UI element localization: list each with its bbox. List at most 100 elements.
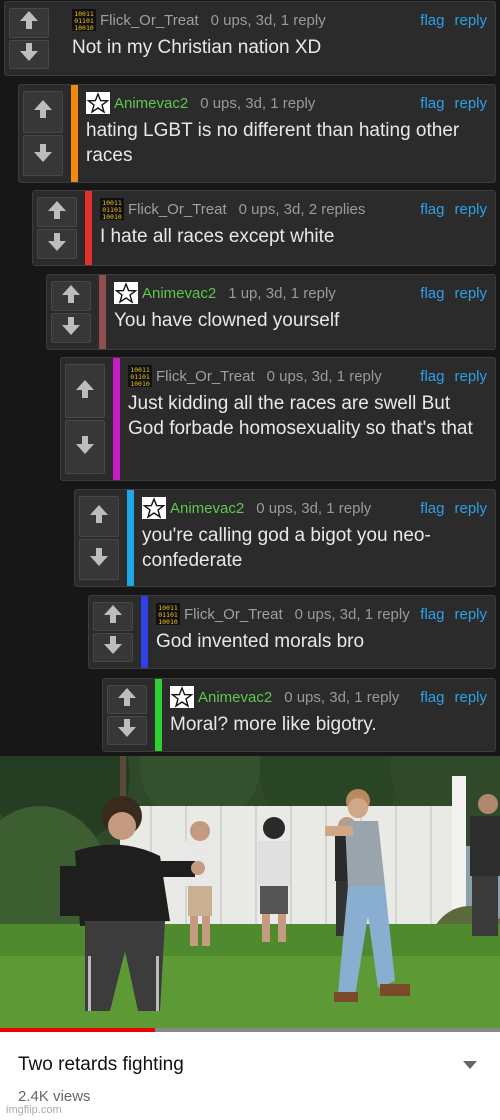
comment-body: Animevac2 1 up, 3d, 1 reply flag reply You h… bbox=[106, 275, 495, 349]
binary-avatar-icon[interactable]: 10011 01101 10010 bbox=[156, 603, 180, 625]
arrow-down-icon bbox=[88, 546, 110, 573]
comment-body: 10011 01101 10010 Flick_Or_Treat 0 ups, 3d, … bbox=[92, 191, 495, 265]
binary-avatar-icon[interactable]: 10011 01101 10010 bbox=[100, 198, 124, 220]
comment-stats: 0 ups, 3d, 1 reply bbox=[210, 11, 326, 29]
svg-text:10010: 10010 bbox=[158, 618, 178, 625]
comment-text: you're calling god a bigot you neo-confe… bbox=[142, 525, 431, 571]
comment-text: hating LGBT is no different than hating … bbox=[86, 120, 460, 166]
flag-link[interactable]: flag bbox=[420, 500, 444, 517]
downvote-button[interactable] bbox=[93, 633, 133, 662]
chevron-down-icon[interactable] bbox=[460, 1058, 480, 1072]
video-info-panel: Two retards fighting 2.4K views bbox=[0, 1032, 500, 1120]
svg-text:10010: 10010 bbox=[74, 24, 94, 31]
comment-body: Animevac2 0 ups, 3d, 1 reply flag reply hati… bbox=[78, 85, 495, 182]
reply-link[interactable]: reply bbox=[454, 500, 487, 517]
comment-body: Animevac2 0 ups, 3d, 1 reply flag reply you'… bbox=[134, 490, 495, 586]
comment-stats: 0 ups, 3d, 1 reply bbox=[200, 94, 316, 112]
username-link[interactable]: Animevac2 bbox=[142, 285, 216, 302]
username-link[interactable]: Animevac2 bbox=[198, 689, 272, 706]
arrow-up-icon bbox=[60, 283, 82, 310]
comment: Animevac2 0 ups, 3d, 1 reply flag reply Mora… bbox=[102, 678, 496, 752]
username-link[interactable]: Animevac2 bbox=[170, 500, 244, 517]
comment-stats: 0 ups, 3d, 1 reply bbox=[266, 367, 382, 385]
svg-text:10010: 10010 bbox=[102, 213, 122, 220]
arrow-down-icon bbox=[60, 315, 82, 342]
username-link[interactable]: Flick_Or_Treat bbox=[156, 368, 255, 385]
comment: Animevac2 1 up, 3d, 1 reply flag reply You h… bbox=[46, 274, 496, 350]
username-link[interactable]: Animevac2 bbox=[114, 95, 188, 112]
username-link[interactable]: Flick_Or_Treat bbox=[128, 201, 227, 218]
svg-text:10010: 10010 bbox=[130, 380, 150, 387]
thread-depth-bar bbox=[141, 596, 148, 668]
comment-body: 10011 01101 10010 Flick_Or_Treat 0 ups, 3d, … bbox=[120, 358, 495, 480]
comment-stats: 0 ups, 3d, 1 reply bbox=[284, 688, 400, 706]
flag-link[interactable]: flag bbox=[420, 368, 444, 385]
comment: 10011 01101 10010 Flick_Or_Treat 0 ups, 3d, … bbox=[4, 1, 496, 76]
comment-meta: 10011 01101 10010 Flick_Or_Treat 0 ups, 3d, … bbox=[156, 601, 487, 627]
downvote-button[interactable] bbox=[79, 539, 119, 580]
comment-text: I hate all races except white bbox=[100, 226, 335, 247]
reply-link[interactable]: reply bbox=[454, 201, 487, 218]
binary-avatar-icon[interactable]: 10011 01101 10010 bbox=[128, 365, 152, 387]
upvote-button[interactable] bbox=[9, 8, 49, 38]
arrow-up-icon bbox=[46, 199, 68, 226]
vote-controls bbox=[75, 490, 125, 586]
comment-meta: Animevac2 0 ups, 3d, 1 reply flag reply bbox=[86, 90, 487, 116]
thread-depth-bar bbox=[155, 679, 162, 751]
downvote-button[interactable] bbox=[9, 39, 49, 69]
thread-depth-bar bbox=[57, 2, 64, 75]
upvote-button[interactable] bbox=[51, 281, 91, 311]
flag-link[interactable]: flag bbox=[420, 689, 444, 706]
video-thumbnail[interactable] bbox=[0, 756, 500, 1032]
reply-link[interactable]: reply bbox=[454, 368, 487, 385]
reply-link[interactable]: reply bbox=[454, 606, 487, 623]
comment-meta: Animevac2 0 ups, 3d, 1 reply flag reply bbox=[170, 684, 487, 710]
downvote-button[interactable] bbox=[107, 716, 147, 745]
star-avatar-icon[interactable] bbox=[170, 686, 194, 708]
downvote-button[interactable] bbox=[37, 229, 77, 259]
comment: 10011 01101 10010 Flick_Or_Treat 0 ups, 3d, … bbox=[32, 190, 496, 266]
downvote-button[interactable] bbox=[65, 420, 105, 474]
flag-link[interactable]: flag bbox=[420, 12, 444, 29]
flag-link[interactable]: flag bbox=[420, 606, 444, 623]
comment-text: Not in my Christian nation XD bbox=[72, 37, 322, 58]
imgflip-watermark: imgflip.com bbox=[6, 1104, 62, 1116]
star-avatar-icon[interactable] bbox=[86, 92, 110, 114]
downvote-button[interactable] bbox=[23, 134, 63, 176]
comment-text: Moral? more like bigotry. bbox=[170, 714, 377, 735]
star-avatar-icon[interactable] bbox=[142, 497, 166, 519]
flag-link[interactable]: flag bbox=[420, 95, 444, 112]
upvote-button[interactable] bbox=[107, 685, 147, 714]
comment-body: 10011 01101 10010 Flick_Or_Treat 0 ups, 3d, … bbox=[148, 596, 495, 668]
upvote-button[interactable] bbox=[23, 91, 63, 133]
comment-body: 10011 01101 10010 Flick_Or_Treat 0 ups, 3d, … bbox=[64, 2, 495, 75]
username-link[interactable]: Flick_Or_Treat bbox=[184, 606, 283, 623]
arrow-up-icon bbox=[102, 603, 124, 630]
vote-controls bbox=[103, 679, 153, 751]
thread-depth-bar bbox=[85, 191, 92, 265]
flag-link[interactable]: flag bbox=[420, 201, 444, 218]
arrow-up-icon bbox=[18, 9, 40, 36]
thread-depth-bar bbox=[113, 358, 120, 480]
comment: 10011 01101 10010 Flick_Or_Treat 0 ups, 3d, … bbox=[60, 357, 496, 481]
upvote-button[interactable] bbox=[37, 197, 77, 227]
flag-link[interactable]: flag bbox=[420, 285, 444, 302]
upvote-button[interactable] bbox=[93, 602, 133, 631]
vote-controls bbox=[89, 596, 139, 668]
comment-meta: Animevac2 0 ups, 3d, 1 reply flag reply bbox=[142, 495, 487, 521]
comment: 10011 01101 10010 Flick_Or_Treat 0 ups, 3d, … bbox=[88, 595, 496, 669]
reply-link[interactable]: reply bbox=[454, 285, 487, 302]
comment-meta: Animevac2 1 up, 3d, 1 reply flag reply bbox=[114, 280, 487, 306]
username-link[interactable]: Flick_Or_Treat bbox=[100, 12, 199, 29]
upvote-button[interactable] bbox=[65, 364, 105, 418]
downvote-button[interactable] bbox=[51, 313, 91, 343]
reply-link[interactable]: reply bbox=[454, 12, 487, 29]
comment-stats: 0 ups, 3d, 1 reply bbox=[294, 605, 410, 623]
binary-avatar-icon[interactable]: 10011 01101 10010 bbox=[72, 9, 96, 31]
upvote-button[interactable] bbox=[79, 496, 119, 537]
reply-link[interactable]: reply bbox=[454, 95, 487, 112]
thread-depth-bar bbox=[127, 490, 134, 586]
reply-link[interactable]: reply bbox=[454, 689, 487, 706]
arrow-up-icon bbox=[88, 503, 110, 530]
star-avatar-icon[interactable] bbox=[114, 282, 138, 304]
